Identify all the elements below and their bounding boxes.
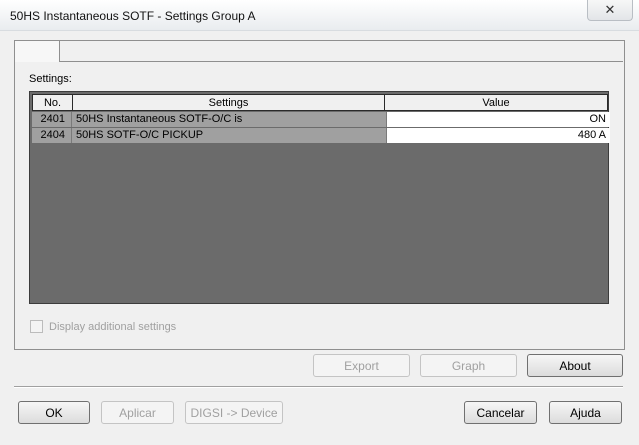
row-value[interactable]: 480 A	[386, 128, 610, 143]
close-icon: ✕	[604, 2, 616, 17]
column-header-no[interactable]: No.	[32, 94, 73, 111]
cancel-button[interactable]: Cancelar	[464, 401, 537, 424]
apply-button[interactable]: Aplicar	[101, 401, 174, 424]
about-button[interactable]: About	[527, 354, 623, 377]
help-button[interactable]: Ajuda	[549, 401, 622, 424]
row-setting: 50HS Instantaneous SOTF-O/C is	[72, 112, 386, 127]
row-value[interactable]: ON	[386, 112, 610, 127]
row-setting: 50HS SOTF-O/C PICKUP	[72, 128, 386, 143]
close-button[interactable]: ✕	[587, 0, 633, 21]
display-additional-settings[interactable]: Display additional settings	[30, 320, 176, 333]
row-number: 2404	[32, 128, 72, 143]
title-bar: 50HS Instantaneous SOTF - Settings Group…	[0, 0, 639, 31]
graph-button[interactable]: Graph	[420, 354, 517, 377]
display-additional-checkbox[interactable]	[30, 320, 43, 333]
column-header-value[interactable]: Value	[384, 94, 608, 111]
column-header-settings[interactable]: Settings	[72, 94, 385, 111]
button-separator	[14, 386, 623, 388]
display-additional-label: Display additional settings	[49, 320, 177, 333]
settings-table: No. Settings Value 2401 50HS Instantaneo…	[29, 91, 610, 304]
digsi-to-device-button[interactable]: DIGSI -> Device	[185, 401, 283, 424]
settings-label: Settings:	[29, 73, 72, 85]
export-button[interactable]: Export	[313, 354, 410, 377]
window-title: 50HS Instantaneous SOTF - Settings Group…	[10, 9, 256, 23]
ok-button[interactable]: OK	[18, 401, 90, 424]
tab-divider	[60, 61, 623, 62]
row-number: 2401	[32, 112, 72, 127]
tab-general[interactable]	[14, 40, 60, 62]
